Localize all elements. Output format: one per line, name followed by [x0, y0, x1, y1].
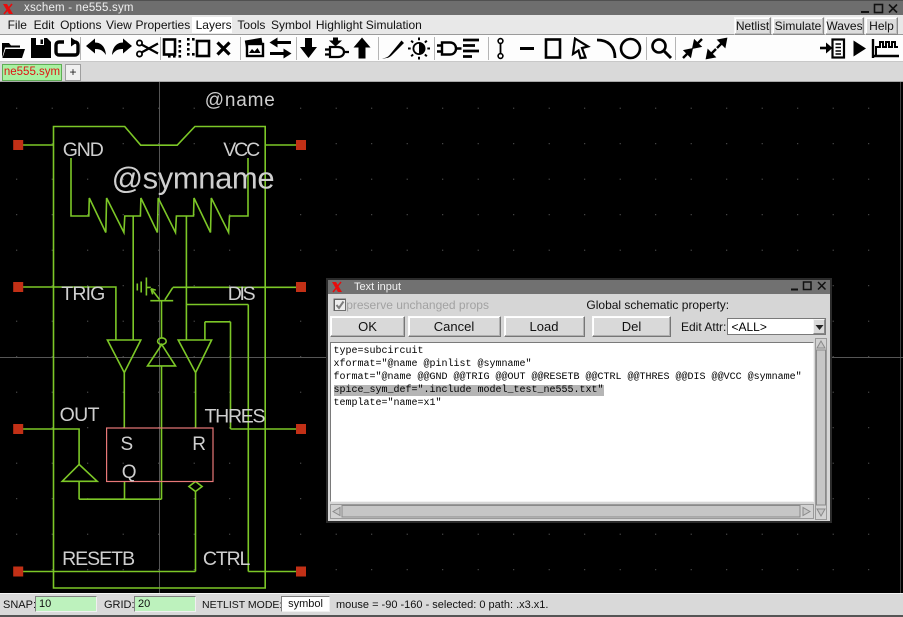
svg-text:DIS: DIS: [228, 283, 256, 305]
svg-text:S: S: [121, 434, 134, 455]
svg-text:RESETB: RESETB: [62, 548, 135, 570]
svg-text:R: R: [192, 434, 206, 455]
svg-text:Q: Q: [122, 462, 137, 483]
svg-text:OUT: OUT: [60, 404, 100, 426]
svg-text:THRES: THRES: [205, 406, 266, 428]
svg-text:@symname: @symname: [112, 161, 275, 196]
svg-text:CTRL: CTRL: [203, 548, 251, 570]
svg-text:@name: @name: [205, 90, 275, 111]
svg-text:GND: GND: [63, 139, 104, 161]
svg-text:TRIG: TRIG: [61, 283, 105, 305]
svg-text:VCC: VCC: [223, 139, 260, 161]
